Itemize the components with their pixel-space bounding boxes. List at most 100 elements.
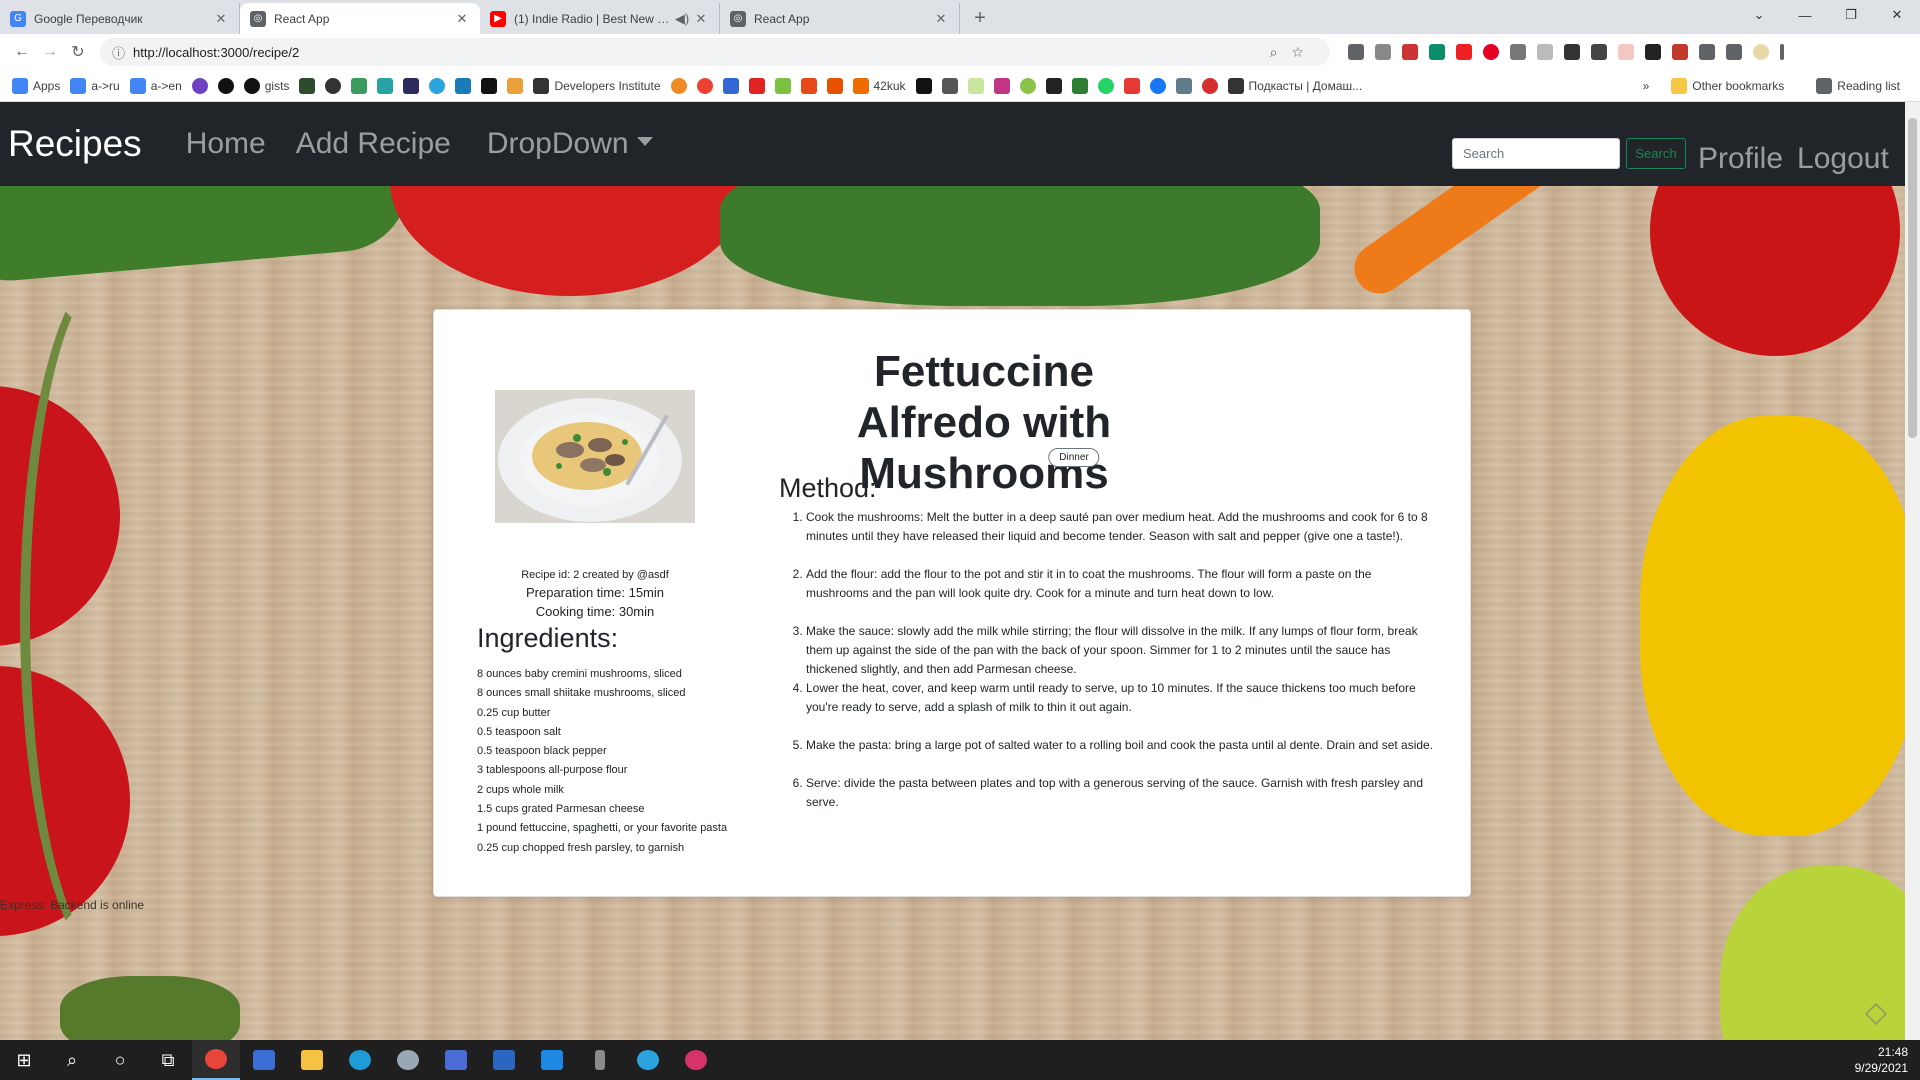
bookmark[interactable] <box>800 77 817 94</box>
task-view-icon[interactable]: ⧉ <box>144 1040 192 1080</box>
forward-button[interactable]: → <box>36 38 64 66</box>
chevron-left-icon[interactable] <box>1645 44 1661 60</box>
omnibox[interactable]: ⓘ http://localhost:3000/recipe/2 ⌕☆ <box>100 38 1330 66</box>
minimize-button[interactable]: — <box>1782 0 1828 30</box>
reload-button[interactable]: ↻ <box>64 38 92 66</box>
extension-icon[interactable] <box>1537 44 1553 60</box>
page-scrollbar[interactable] <box>1905 102 1920 1040</box>
bookmark[interactable] <box>993 77 1010 94</box>
bookmark[interactable] <box>722 77 739 94</box>
calendar-icon[interactable] <box>1618 44 1634 60</box>
bookmark[interactable] <box>429 77 446 94</box>
slack-icon[interactable] <box>672 1040 720 1080</box>
bookmark-a-en[interactable]: a->en <box>129 77 182 94</box>
chevron-right-icon[interactable]: » <box>1643 79 1650 93</box>
bookmark[interactable] <box>1123 77 1140 94</box>
bookmark[interactable] <box>915 77 932 94</box>
bookmark[interactable] <box>481 77 498 94</box>
browser-tab-active[interactable]: ◎ React App ✕ <box>240 3 480 34</box>
bookmark[interactable] <box>826 77 843 94</box>
menu-icon[interactable] <box>1780 44 1784 60</box>
extension-icon[interactable] <box>1429 44 1445 60</box>
chrome-icon[interactable] <box>192 1040 240 1080</box>
speaker-icon[interactable]: ◀) <box>671 11 693 27</box>
bookmark[interactable] <box>217 77 234 94</box>
browser-tab[interactable]: ▶ (1) Indie Radio | Best New Indie ◀) ✕ <box>480 3 720 34</box>
extension-icon[interactable] <box>1672 44 1688 60</box>
save-disk-icon[interactable] <box>240 1040 288 1080</box>
tab-search-icon[interactable]: ⌄ <box>1736 0 1782 30</box>
extension-icon[interactable] <box>1348 44 1364 60</box>
browser-tab[interactable]: ◎ React App ✕ <box>720 3 960 34</box>
nav-home[interactable]: Home <box>186 127 266 161</box>
other-bookmarks[interactable]: Other bookmarks <box>1671 78 1784 94</box>
bookmark-42kuk[interactable]: 42kuk <box>852 77 906 94</box>
close-icon[interactable]: ✕ <box>693 11 709 27</box>
bookmark[interactable] <box>507 77 524 94</box>
bookmark[interactable] <box>377 77 394 94</box>
bookmark[interactable] <box>191 77 208 94</box>
bookmark[interactable] <box>967 77 984 94</box>
cortana-icon[interactable]: ○ <box>96 1040 144 1080</box>
window-close-button[interactable]: ✕ <box>1874 0 1920 30</box>
extension-icon[interactable] <box>1456 44 1472 60</box>
bookmark[interactable] <box>403 77 420 94</box>
close-icon[interactable]: ✕ <box>454 11 470 27</box>
search-button[interactable]: Search <box>1626 138 1686 169</box>
system-clock[interactable]: 21:48 9/29/2021 <box>1855 1044 1908 1076</box>
bookmark[interactable] <box>696 77 713 94</box>
bookmark-apps[interactable]: Apps <box>12 77 60 94</box>
bookmark[interactable] <box>1175 77 1192 94</box>
app-icon[interactable] <box>432 1040 480 1080</box>
puzzle-icon[interactable] <box>1699 44 1715 60</box>
extension-icon[interactable] <box>1510 44 1526 60</box>
microphone-icon[interactable] <box>576 1040 624 1080</box>
powershell-icon[interactable] <box>480 1040 528 1080</box>
bookmark[interactable] <box>670 77 687 94</box>
info-icon[interactable]: ⓘ <box>112 43 125 62</box>
search-icon[interactable]: ⌕ <box>48 1040 96 1080</box>
bookmark[interactable] <box>325 77 342 94</box>
nav-add-recipe[interactable]: Add Recipe <box>296 127 451 161</box>
brand-link[interactable]: Recipes <box>8 123 142 165</box>
reading-list[interactable]: Reading list <box>1816 78 1900 94</box>
close-icon[interactable]: ✕ <box>933 11 949 27</box>
bookmark-developers-institute[interactable]: Developers Institute <box>533 77 661 94</box>
bookmark[interactable] <box>351 77 368 94</box>
bookmark[interactable] <box>455 77 472 94</box>
pinterest-icon[interactable] <box>1483 44 1499 60</box>
bookmark[interactable] <box>299 77 316 94</box>
close-icon[interactable]: ✕ <box>213 11 229 27</box>
extension-icon[interactable] <box>1402 44 1418 60</box>
pocket-icon[interactable] <box>1375 44 1391 60</box>
vscode-icon[interactable] <box>528 1040 576 1080</box>
nav-profile[interactable]: Profile <box>1698 142 1783 176</box>
back-button[interactable]: ← <box>8 38 36 66</box>
bookmark-gists[interactable]: gists <box>243 77 289 94</box>
bookmark[interactable] <box>1201 77 1218 94</box>
search-input[interactable]: Search <box>1452 138 1620 169</box>
bookmark[interactable] <box>1019 77 1036 94</box>
bookmark[interactable] <box>1071 77 1088 94</box>
bookmark[interactable] <box>1149 77 1166 94</box>
new-tab-button[interactable]: + <box>966 4 994 32</box>
extension-icon[interactable] <box>1591 44 1607 60</box>
media-icon[interactable] <box>1726 44 1742 60</box>
nav-logout[interactable]: Logout <box>1797 142 1889 176</box>
nav-dropdown[interactable]: DropDown <box>487 127 653 161</box>
windows-start-icon[interactable]: ⊞ <box>0 1040 48 1080</box>
url-text[interactable]: http://localhost:3000/recipe/2 <box>133 45 1270 60</box>
bookmark[interactable] <box>1097 77 1114 94</box>
bookmark[interactable] <box>774 77 791 94</box>
scrollbar-thumb[interactable] <box>1908 118 1917 438</box>
file-explorer-icon[interactable] <box>288 1040 336 1080</box>
telegram-icon[interactable] <box>624 1040 672 1080</box>
browser-tab[interactable]: G Google Переводчик ✕ <box>0 3 240 34</box>
bookmark-a-ru[interactable]: a->ru <box>70 77 120 94</box>
bookmark[interactable] <box>748 77 765 94</box>
extension-icon[interactable] <box>1564 44 1580 60</box>
zoom-icon[interactable]: ⌕☆ <box>1270 44 1318 61</box>
bookmark[interactable] <box>941 77 958 94</box>
avatar[interactable] <box>1753 44 1769 60</box>
paint-icon[interactable] <box>384 1040 432 1080</box>
